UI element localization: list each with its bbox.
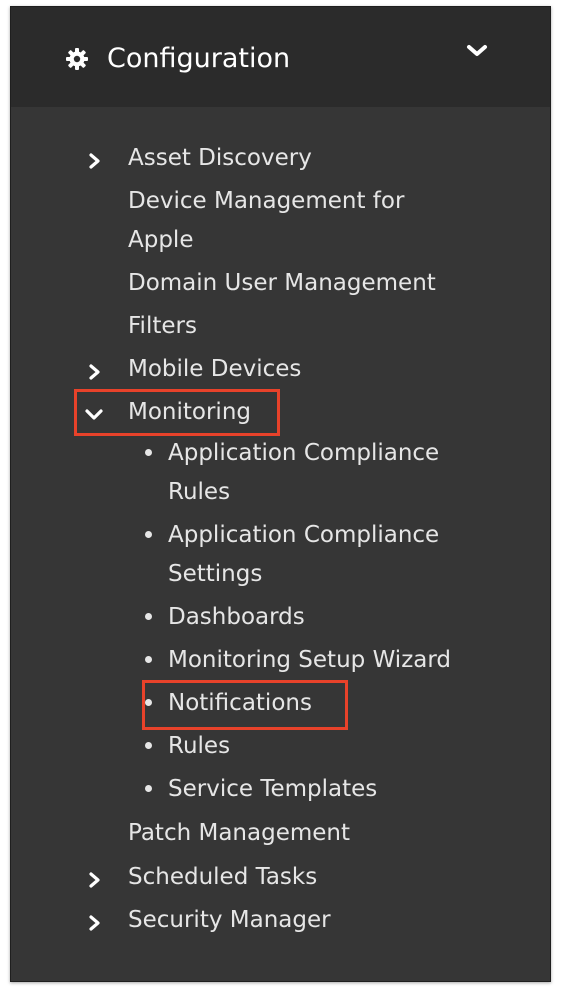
submenu-item-dashboards[interactable]: Dashboards: [168, 598, 305, 637]
chevron-right-icon[interactable]: [88, 364, 102, 380]
chevron-down-icon[interactable]: [465, 41, 489, 61]
submenu-item-app-compliance-settings[interactable]: Application Compliance: [168, 516, 439, 555]
submenu-item-app-compliance-rules[interactable]: Application Compliance: [168, 434, 439, 473]
submenu-item-service-templates[interactable]: Service Templates: [168, 770, 377, 809]
submenu-item-rules[interactable]: Rules: [168, 727, 230, 766]
configuration-panel: Configuration Asset Discovery Device Man…: [10, 6, 551, 982]
menu-item-security-manager[interactable]: Security Manager: [128, 901, 331, 940]
gear-icon: [66, 48, 88, 70]
menu-item-scheduled-tasks[interactable]: Scheduled Tasks: [128, 858, 317, 897]
menu-item-patch-management[interactable]: Patch Management: [128, 814, 350, 853]
menu-item-asset-discovery[interactable]: Asset Discovery: [128, 139, 312, 178]
panel-header[interactable]: Configuration: [11, 7, 550, 107]
bullet-icon: [145, 656, 152, 663]
menu-item-mobile-devices[interactable]: Mobile Devices: [128, 350, 301, 389]
menu-item-monitoring[interactable]: Monitoring: [128, 393, 251, 432]
panel-title: Configuration: [107, 43, 291, 74]
submenu-item-app-compliance-settings-line2[interactable]: Settings: [168, 555, 262, 594]
submenu-item-notifications[interactable]: Notifications: [168, 684, 312, 723]
bullet-icon: [145, 785, 152, 792]
chevron-right-icon[interactable]: [88, 915, 102, 931]
menu-item-device-management-apple[interactable]: Device Management for: [128, 182, 404, 221]
bullet-icon: [145, 531, 152, 538]
menu-item-filters[interactable]: Filters: [128, 307, 197, 346]
menu-item-domain-user-management[interactable]: Domain User Management: [128, 264, 436, 303]
menu-item-device-management-apple-line2[interactable]: Apple: [128, 221, 193, 260]
bullet-icon: [145, 699, 152, 706]
bullet-icon: [145, 742, 152, 749]
submenu-item-monitoring-setup-wizard[interactable]: Monitoring Setup Wizard: [168, 641, 451, 680]
chevron-right-icon[interactable]: [88, 872, 102, 888]
bullet-icon: [145, 613, 152, 620]
chevron-right-icon[interactable]: [88, 153, 102, 169]
submenu-item-app-compliance-rules-line2[interactable]: Rules: [168, 473, 230, 512]
bullet-icon: [145, 449, 152, 456]
chevron-down-icon[interactable]: [84, 408, 104, 422]
